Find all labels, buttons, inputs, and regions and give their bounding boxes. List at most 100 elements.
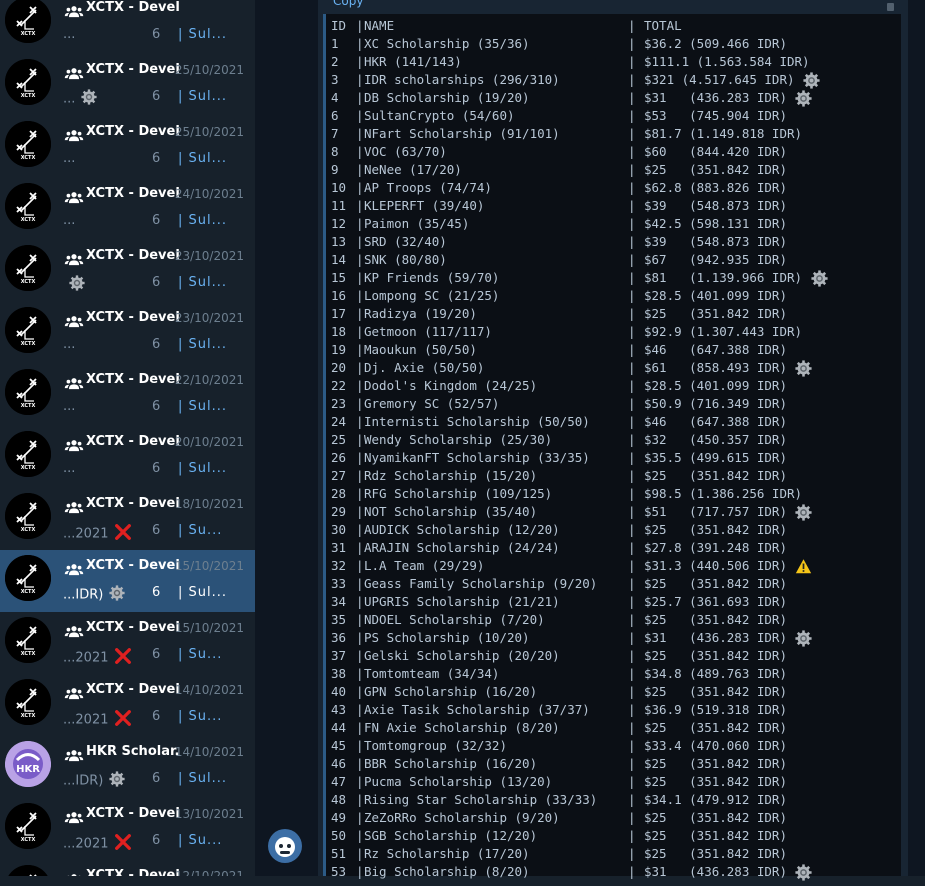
chat-preview: [63, 275, 85, 295]
column-separator: |: [356, 630, 364, 645]
group-icon: [64, 127, 84, 146]
sender-avatar[interactable]: [268, 829, 302, 863]
column-separator: |: [356, 36, 364, 51]
chat-channel: | Su...: [178, 709, 223, 724]
chat-item[interactable]: XCTX - Devel...20/10/2021... 6 | Sul...: [0, 426, 255, 488]
group-icon: [64, 313, 84, 332]
cell-total: $39 (548.873 IDR): [644, 198, 787, 213]
chat-item[interactable]: XCTX - Devel...25/10/2021... 6 | Sul...: [0, 54, 255, 116]
column-separator: |: [628, 54, 636, 69]
cell-total: $25 (351.842 IDR): [644, 684, 787, 699]
cell-total: $25 (351.842 IDR): [644, 162, 787, 177]
column-separator: |: [628, 666, 636, 681]
column-separator: |: [356, 450, 364, 465]
cell-id: 1: [331, 36, 339, 51]
chat-preview: ...2021: [63, 523, 132, 545]
column-separator: |: [628, 90, 636, 105]
column-separator: |: [356, 648, 364, 663]
cell-id: 6: [331, 108, 339, 123]
chat-preview-text: ...: [63, 399, 76, 414]
column-separator: |: [628, 198, 636, 213]
column-separator: |: [356, 792, 364, 807]
column-separator: |: [356, 738, 364, 753]
chat-preview: ...2021: [63, 647, 132, 669]
cell-total: $321 (4.517.645 IDR): [644, 72, 795, 87]
chat-item[interactable]: XCTX - Devel...25/10/2021... 6 | Sul...: [0, 116, 255, 178]
column-separator: |: [628, 144, 636, 159]
cell-name: AP Troops (74/74): [364, 180, 492, 195]
cell-id: 11: [331, 198, 347, 213]
cell-name: Big Scholarship (8/20): [364, 864, 530, 879]
chat-list: XCTX - Devel......6| Sul...XCTX - Devel.…: [0, 0, 255, 876]
column-separator: |: [356, 342, 364, 357]
column-separator: |: [628, 126, 636, 141]
group-icon: [64, 809, 84, 828]
cell-id: 3: [331, 72, 339, 87]
chat-title: XCTX - Devel...: [86, 124, 179, 139]
cell-name: Paimon (35/45): [364, 216, 470, 231]
cell-total: $25 (351.842 IDR): [644, 828, 787, 843]
unread-count: 6: [152, 89, 161, 104]
chat-avatar: [5, 121, 51, 167]
column-separator: |: [628, 684, 636, 699]
cell-name: SultanCrypto (54/60): [364, 108, 515, 123]
cell-name: Axie Tasik Scholarship (37/37): [364, 702, 590, 717]
column-separator: |: [628, 216, 636, 231]
scrollbar-thumb[interactable]: [887, 3, 894, 11]
unread-count: 6: [152, 213, 161, 228]
column-separator: |: [628, 162, 636, 177]
chat-item[interactable]: XCTX - Devel...15/10/2021 ...2021 6 | Su...: [0, 612, 255, 674]
cell-total: $28.5 (401.099 IDR): [644, 288, 787, 303]
column-separator: |: [628, 846, 636, 861]
column-separator: |: [356, 288, 364, 303]
chat-title: XCTX - Devel...: [86, 496, 179, 511]
chat-preview: ...: [63, 27, 75, 42]
cell-total: $36.2 (509.466 IDR): [644, 36, 787, 51]
chat-item[interactable]: XCTX - Devel...23/10/2021 6 | Sul...: [0, 240, 255, 302]
column-separator: |: [356, 468, 364, 483]
chat-date: 25/10/2021: [174, 63, 244, 77]
chat-item[interactable]: XCTX - Devel...13/10/2021 ...2021 6 | Su...: [0, 798, 255, 860]
cell-id: 29: [331, 504, 347, 519]
cell-id: 37: [331, 648, 347, 663]
chat-item[interactable]: XCTX - Devel...15/10/2021 ...IDR) 6 | Sul..…: [0, 550, 255, 612]
column-separator: |: [628, 378, 636, 393]
chat-title: XCTX - Devel...: [86, 558, 179, 573]
group-icon: [64, 561, 84, 580]
chat-avatar: [5, 803, 51, 849]
copy-label[interactable]: Copy: [333, 0, 363, 8]
cell-name: KLEPERFT (39/40): [364, 198, 485, 213]
column-separator: |: [628, 288, 636, 303]
chat-date: 14/10/2021: [174, 683, 244, 697]
chat-item[interactable]: XCTX - Devel...18/10/2021 ...2021 6 | Su...: [0, 488, 255, 550]
chat-title: XCTX - Devel...: [86, 806, 179, 821]
chat-item[interactable]: XCTX - Devel...23/10/2021... 6 | Sul...: [0, 302, 255, 364]
chat-item[interactable]: XCTX - Devel...22/10/2021... 6 | Sul...: [0, 364, 255, 426]
cross-mark-icon: [114, 833, 132, 855]
chat-item[interactable]: XCTX - Devel...... 6 | Sul...: [0, 0, 255, 54]
column-separator: |: [356, 144, 364, 159]
column-separator: |: [356, 306, 364, 321]
gear-icon: [795, 630, 812, 652]
chat-title: XCTX - Devel...: [86, 310, 179, 325]
cell-total: $111.1 (1.563.584 IDR): [644, 54, 810, 69]
chat-item[interactable]: XCTX - Devel...12/10/2021: [0, 860, 255, 876]
chat-item[interactable]: XCTX - Devel...14/10/2021 ...2021 6 | Su...: [0, 674, 255, 736]
column-separator: |: [628, 270, 636, 285]
group-icon: [64, 189, 84, 208]
chat-item[interactable]: HKR Scholar...14/10/2021 ...IDR) 6 | Sul...: [0, 736, 255, 798]
chat-date: 23/10/2021: [174, 311, 244, 325]
cell-id: 34: [331, 594, 347, 609]
column-separator: |: [356, 522, 364, 537]
column-separator: |: [356, 414, 364, 429]
group-icon: [64, 623, 84, 642]
chat-avatar: [5, 431, 51, 477]
cell-id: 15: [331, 270, 347, 285]
chat-title: HKR Scholar...: [86, 744, 179, 759]
cell-name: Tomtomteam (34/34): [364, 666, 500, 681]
cell-total: $25 (351.842 IDR): [644, 648, 787, 663]
chat-item[interactable]: XCTX - Devel...24/10/2021... 6 | Sul...: [0, 178, 255, 240]
cell-id: 30: [331, 522, 347, 537]
column-separator: |: [628, 828, 636, 843]
chat-preview: ...: [63, 151, 75, 166]
